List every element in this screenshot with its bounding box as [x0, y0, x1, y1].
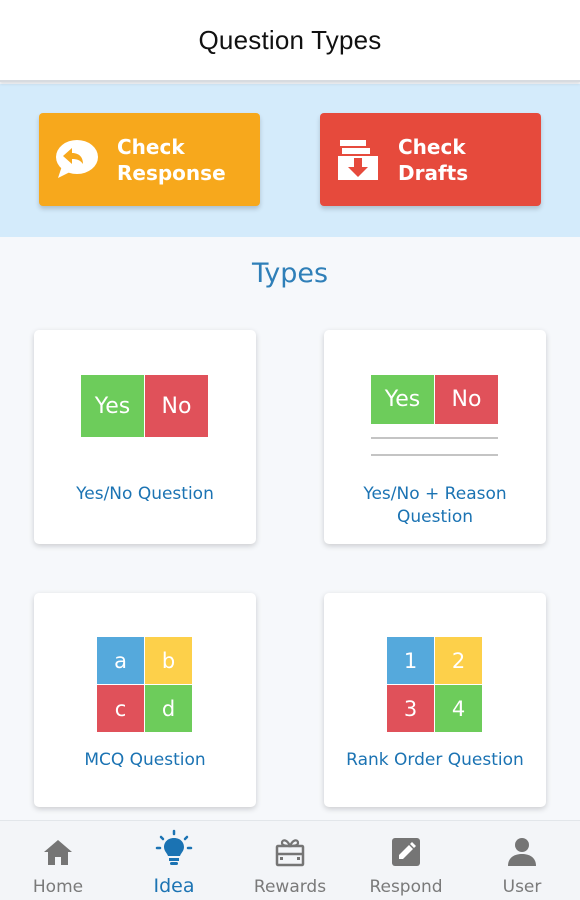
- app-header: Question Types: [0, 0, 580, 82]
- yes-no-question-label: Yes/No Question: [76, 484, 214, 504]
- yes-tile: Yes: [371, 375, 434, 424]
- rank-order-question-label: Rank Order Question: [346, 750, 524, 770]
- action-band: Check Response Check Drafts: [0, 84, 580, 237]
- reason-line-1: [371, 437, 498, 439]
- check-drafts-label: Check Drafts: [398, 134, 469, 185]
- rank-1-tile: 1: [387, 637, 434, 684]
- gift-icon: [232, 835, 348, 869]
- yes-no-reason-question-label: Yes/No + Reason Question: [324, 483, 546, 529]
- check-response-line1: Check: [117, 134, 185, 159]
- yes-no-reason-label-line2: Question: [396, 507, 474, 527]
- nav-idea[interactable]: Idea: [116, 821, 232, 900]
- option-b-tile: b: [145, 637, 192, 684]
- bottom-nav: Home Idea Rewards Respond User: [0, 820, 580, 900]
- drafts-download-icon: [334, 136, 382, 184]
- rank-order-question-card[interactable]: 1 2 3 4 Rank Order Question: [324, 593, 546, 807]
- nav-rewards-label: Rewards: [253, 877, 327, 897]
- nav-rewards[interactable]: Rewards: [232, 821, 348, 900]
- nav-home[interactable]: Home: [0, 821, 116, 900]
- check-response-button[interactable]: Check Response: [39, 113, 260, 206]
- nav-user-label: User: [502, 877, 542, 897]
- mcq-question-card[interactable]: a b c d MCQ Question: [34, 593, 256, 807]
- section-title: Types: [251, 258, 329, 289]
- edit-icon: [348, 835, 464, 869]
- yes-no-question-card[interactable]: Yes No Yes/No Question: [34, 330, 256, 544]
- home-icon: [0, 835, 116, 869]
- chat-reply-icon: [53, 136, 101, 184]
- lightbulb-icon: [116, 829, 232, 869]
- mcq-question-label: MCQ Question: [84, 750, 206, 770]
- rank-3-tile: 3: [387, 685, 434, 732]
- no-tile: No: [435, 375, 498, 424]
- option-a-tile: a: [97, 637, 144, 684]
- page-title: Question Types: [198, 24, 382, 55]
- nav-user[interactable]: User: [464, 821, 580, 900]
- nav-idea-label: Idea: [153, 875, 195, 897]
- reason-line-2: [371, 454, 498, 456]
- yes-tile: Yes: [81, 375, 144, 437]
- yes-no-reason-label-line1: Yes/No + Reason: [363, 484, 507, 504]
- check-response-line2: Response: [117, 160, 226, 185]
- user-icon: [464, 835, 580, 869]
- rank-2-tile: 2: [435, 637, 482, 684]
- no-tile: No: [145, 375, 208, 437]
- nav-respond[interactable]: Respond: [348, 821, 464, 900]
- nav-home-label: Home: [32, 877, 84, 897]
- check-drafts-button[interactable]: Check Drafts: [320, 113, 541, 206]
- option-d-tile: d: [145, 685, 192, 732]
- check-response-label: Check Response: [117, 134, 226, 186]
- yes-no-reason-question-card[interactable]: Yes No Yes/No + Reason Question: [324, 330, 546, 544]
- option-c-tile: c: [97, 685, 144, 732]
- nav-respond-label: Respond: [369, 877, 443, 897]
- rank-4-tile: 4: [435, 685, 482, 732]
